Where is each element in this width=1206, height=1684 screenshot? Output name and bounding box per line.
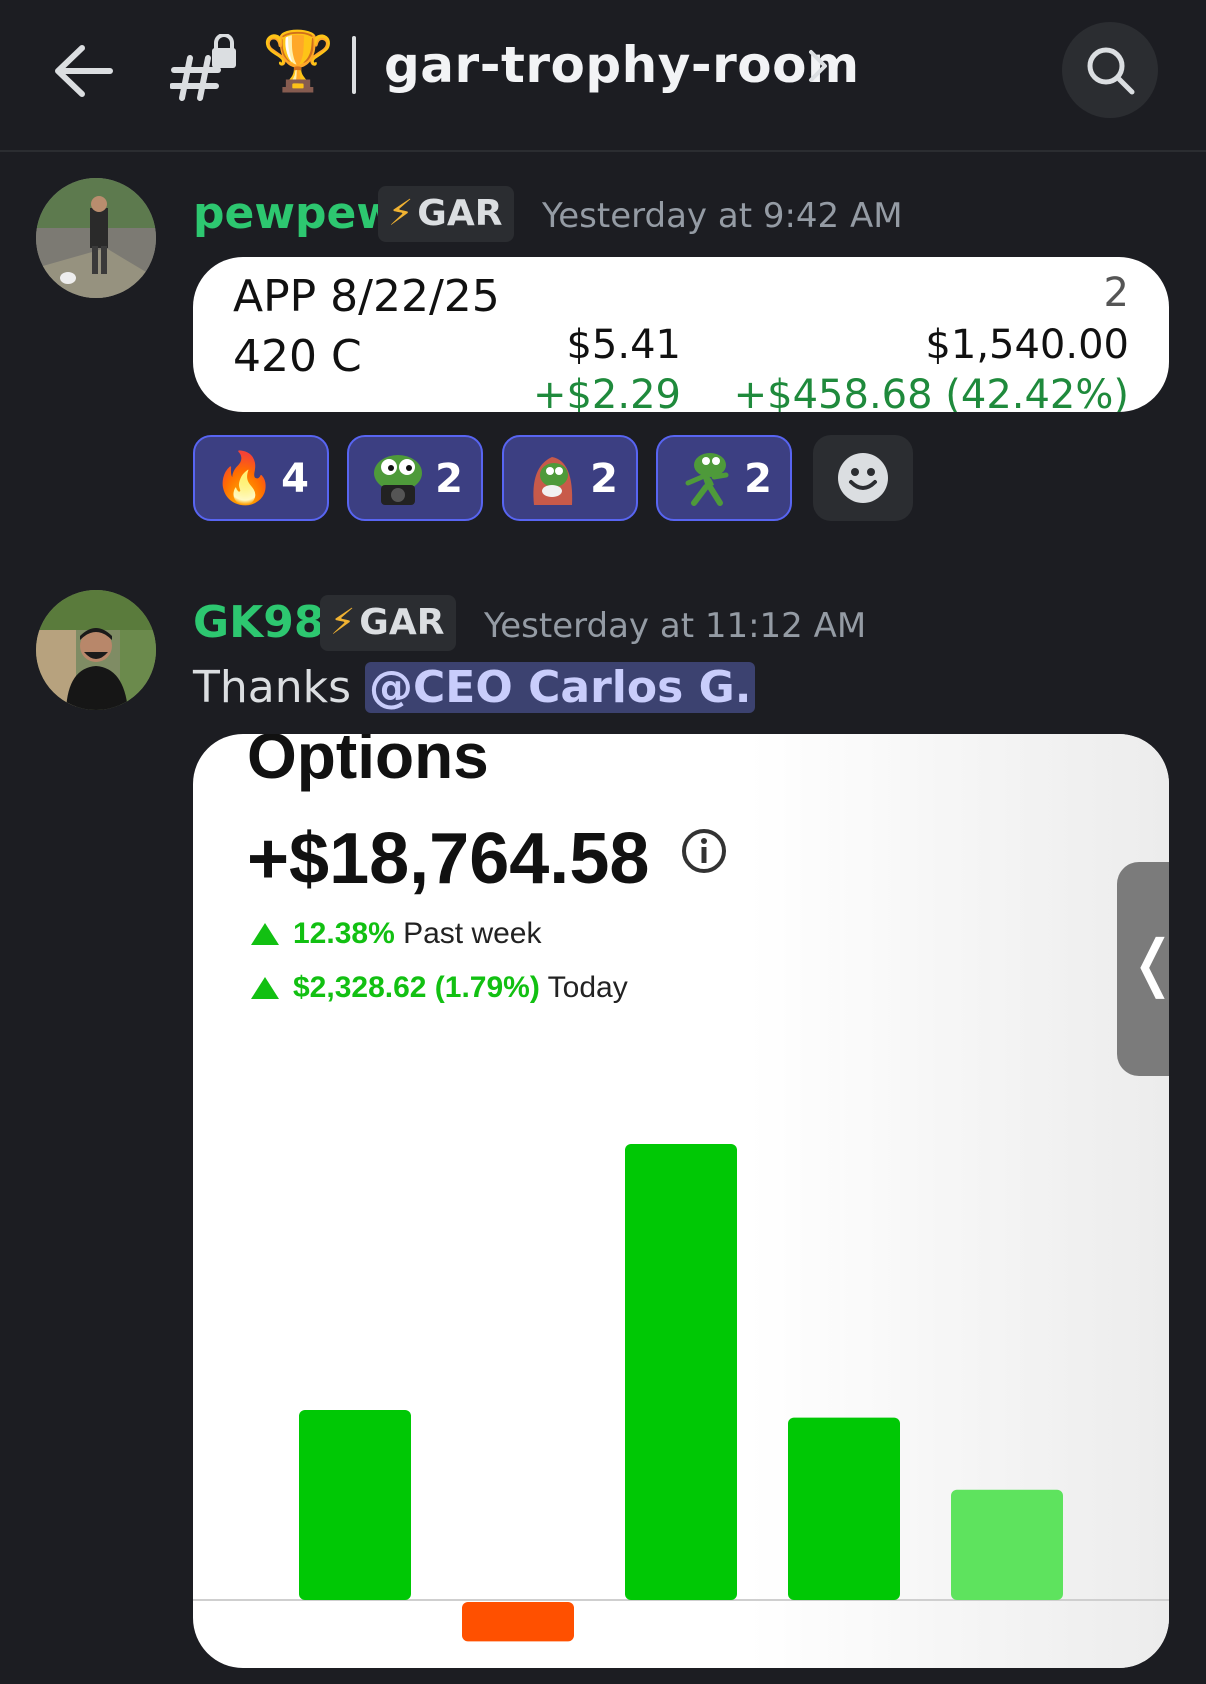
- timestamp: Yesterday at 11:12 AM: [484, 606, 867, 646]
- pepe-running-icon: [685, 453, 729, 506]
- timestamp: Yesterday at 9:42 AM: [542, 196, 903, 236]
- channel-header: 🏆 gar-trophy-room: [0, 0, 1206, 152]
- add-reaction-button[interactable]: [813, 435, 913, 521]
- trade-card[interactable]: APP 8/22/25 420 C 2 $5.41 $1,540.00 +$2.…: [193, 257, 1169, 412]
- avatar[interactable]: [36, 590, 156, 710]
- options-bar-chart: [193, 1144, 1169, 1642]
- reaction-count: 4: [281, 456, 309, 502]
- fire-icon: 🔥: [213, 449, 276, 507]
- image-attachment[interactable]: Options +$18,764.58 12.38% Past week $2,…: [193, 734, 1169, 1668]
- lightning-icon: ⚡: [388, 193, 414, 234]
- avatar[interactable]: [36, 178, 156, 298]
- search-button[interactable]: [1062, 22, 1158, 118]
- reaction-count: 2: [590, 456, 618, 502]
- user-mention[interactable]: @CEO Carlos G.: [365, 662, 756, 713]
- option-strike: 420 C: [233, 331, 362, 382]
- locked-hash-icon: [170, 34, 236, 101]
- channel-name[interactable]: gar-trophy-room: [384, 32, 860, 98]
- chart-bar: [951, 1489, 1063, 1600]
- reaction-fire[interactable]: 🔥 4: [193, 435, 329, 521]
- reaction-pepe-camera[interactable]: 2: [347, 435, 483, 521]
- badge-label: GAR: [359, 602, 445, 643]
- badge-label: GAR: [417, 193, 503, 234]
- pepe-hoodie-icon: [533, 457, 573, 505]
- chevron-left-icon: ❬: [1127, 924, 1169, 1004]
- message-body: Thanks: [193, 662, 366, 713]
- option-price-change: +$2.29: [532, 372, 681, 412]
- title-separator: [352, 36, 356, 94]
- option-total-change: +$458.68 (42.42%): [733, 372, 1129, 412]
- option-price: $5.41: [566, 322, 681, 368]
- username[interactable]: pewpew: [193, 186, 397, 242]
- option-quantity: 2: [1103, 270, 1129, 316]
- reaction-count: 2: [744, 456, 772, 502]
- chart-bar: [299, 1410, 411, 1600]
- pepe-camera-icon: [374, 455, 422, 505]
- option-symbol: APP 8/22/25: [233, 271, 500, 322]
- side-panel-tab[interactable]: ❬: [1117, 862, 1169, 1076]
- chart-bar: [462, 1602, 574, 1642]
- search-icon: [1087, 47, 1135, 95]
- role-badge[interactable]: ⚡ GAR: [378, 186, 515, 242]
- chart-bar: [625, 1144, 737, 1600]
- smiley-icon: [838, 453, 888, 503]
- message-text: Thanks @CEO Carlos G.: [193, 658, 756, 718]
- trophy-icon: 🏆: [262, 27, 335, 95]
- reaction-pepe-hoodie[interactable]: 2: [502, 435, 638, 521]
- role-badge[interactable]: ⚡ GAR: [320, 595, 457, 651]
- chart-bar: [788, 1417, 900, 1600]
- option-total-value: $1,540.00: [925, 322, 1129, 368]
- reaction-pepe-running[interactable]: 2: [656, 435, 792, 521]
- back-arrow-icon[interactable]: [52, 42, 114, 100]
- reaction-count: 2: [435, 456, 463, 502]
- chevron-right-icon[interactable]: [806, 46, 830, 86]
- lightning-icon: ⚡: [330, 602, 356, 643]
- username[interactable]: GK98: [193, 595, 324, 651]
